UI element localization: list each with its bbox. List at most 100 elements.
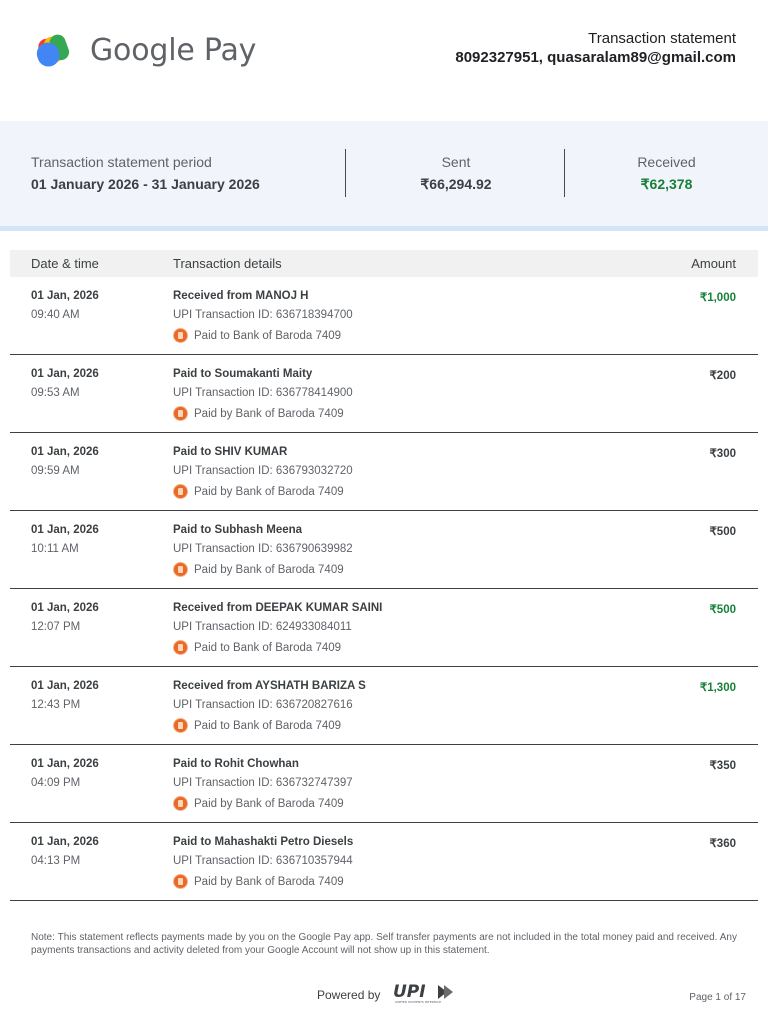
bank-account-label: Paid by Bank of Baroda 7409 (194, 563, 344, 576)
transaction-amount: ₹1,000 (699, 292, 736, 304)
transaction-date: 01 Jan, 2026 (31, 446, 99, 458)
table-row: 01 Jan, 2026 12:43 PM Received from AYSHAT… (10, 667, 758, 745)
upi-logo: UPI UNIFIED PAYMENTS INTERFACE (393, 982, 453, 1004)
transaction-time: 12:07 PM (31, 621, 81, 633)
account-contact: 8092327951, quasaralam89@gmail.com (455, 49, 736, 66)
transaction-time: 09:59 AM (31, 465, 80, 477)
table-row: 01 Jan, 2026 10:11 AM Paid to Subhash Meen… (10, 511, 758, 589)
transaction-date: 01 Jan, 2026 (31, 680, 99, 692)
brand-name: Google Pay (90, 32, 257, 68)
upi-transaction-id: UPI Transaction ID: 636790639982 (173, 543, 353, 555)
transaction-time: 09:40 AM (31, 309, 80, 321)
statement-note: Note: This statement reflects payments m… (31, 932, 737, 956)
transaction-time: 04:09 PM (31, 777, 81, 789)
bank-of-baroda-icon (173, 406, 188, 421)
transaction-date: 01 Jan, 2026 (31, 524, 99, 536)
upi-transaction-id: UPI Transaction ID: 636793032720 (173, 465, 353, 477)
bank-of-baroda-icon (173, 796, 188, 811)
received-label: Received (637, 154, 696, 170)
transaction-date: 01 Jan, 2026 (31, 368, 99, 380)
bank-of-baroda-icon (173, 328, 188, 343)
bank-account-label: Paid to Bank of Baroda 7409 (194, 329, 342, 342)
header-amount: Amount (691, 256, 736, 271)
statement-header: Google Pay Transaction statement 8092327… (0, 0, 768, 120)
period-value: 01 January 2026 - 31 January 2026 (31, 176, 260, 192)
header-date-time: Date & time (31, 256, 99, 271)
bank-account: Paid by Bank of Baroda 7409 (173, 562, 344, 577)
transactions-table: Date & time Transaction details Amount 0… (10, 250, 758, 901)
transaction-time: 10:11 AM (31, 543, 79, 555)
bank-account: Paid by Bank of Baroda 7409 (173, 796, 344, 811)
footer: Powered by UPI UNIFIED PAYMENTS INTERFAC… (0, 982, 768, 1012)
upi-transaction-id: UPI Transaction ID: 636720827616 (173, 699, 353, 711)
table-header: Date & time Transaction details Amount (10, 250, 758, 277)
transaction-date: 01 Jan, 2026 (31, 602, 99, 614)
received-total: Received ₹62,378 (565, 153, 768, 195)
upi-transaction-id: UPI Transaction ID: 636718394700 (173, 309, 353, 321)
table-row: 01 Jan, 2026 09:53 AM Paid to Soumakanti M… (10, 355, 758, 433)
transaction-title: Paid to Mahashakti Petro Diesels (173, 836, 354, 848)
transaction-date: 01 Jan, 2026 (31, 836, 99, 848)
statement-period: Transaction statement period 01 January … (31, 153, 260, 195)
sent-total: Sent ₹66,294.92 (346, 153, 566, 195)
bank-account: Paid to Bank of Baroda 7409 (173, 328, 341, 343)
bank-account-label: Paid to Bank of Baroda 7409 (194, 641, 342, 654)
powered-by-label: Powered by (317, 988, 381, 1002)
transaction-date: 01 Jan, 2026 (31, 758, 99, 770)
table-row: 01 Jan, 2026 04:13 PM Paid to Mahashakti P… (10, 823, 758, 901)
transaction-title: Received from DEEPAK KUMAR SAINI (173, 602, 383, 614)
table-row: 01 Jan, 2026 12:07 PM Received from DEEPAK… (10, 589, 758, 667)
google-pay-logo-icon (36, 34, 70, 67)
header-info: Transaction statement 8092327951, quasar… (455, 29, 736, 67)
transaction-time: 09:53 AM (31, 387, 80, 399)
bank-account-label: Paid to Bank of Baroda 7409 (194, 719, 342, 732)
bank-account: Paid by Bank of Baroda 7409 (173, 406, 344, 421)
transaction-date: 01 Jan, 2026 (31, 290, 99, 302)
transaction-amount: ₹350 (709, 760, 736, 772)
table-row: 01 Jan, 2026 04:09 PM Paid to Rohit Chowha… (10, 745, 758, 823)
transaction-amount: ₹500 (709, 526, 736, 538)
transaction-amount: ₹360 (709, 838, 736, 850)
transaction-title: Paid to SHIV KUMAR (173, 446, 288, 458)
sent-value: ₹66,294.92 (420, 176, 492, 192)
transaction-amount: ₹1,300 (699, 682, 736, 694)
document-title: Transaction statement (588, 30, 736, 47)
upi-logo-tagline: UNIFIED PAYMENTS INTERFACE (395, 1000, 441, 1004)
header-transaction-details: Transaction details (173, 256, 282, 271)
sent-label: Sent (441, 154, 471, 170)
page-number: Page 1 of 17 (689, 992, 746, 1003)
statement-summary: Transaction statement period 01 January … (0, 121, 768, 231)
bank-account-label: Paid by Bank of Baroda 7409 (194, 797, 344, 810)
bank-account: Paid to Bank of Baroda 7409 (173, 640, 341, 655)
transaction-title: Received from MANOJ H (173, 290, 309, 302)
bank-account: Paid by Bank of Baroda 7409 (173, 484, 344, 499)
transaction-title: Paid to Subhash Meena (173, 524, 303, 536)
bank-of-baroda-icon (173, 484, 188, 499)
transaction-amount: ₹500 (709, 604, 736, 616)
bank-account: Paid by Bank of Baroda 7409 (173, 874, 344, 889)
bank-account-label: Paid by Bank of Baroda 7409 (194, 485, 344, 498)
bank-of-baroda-icon (173, 718, 188, 733)
google-pay-logo: Google Pay (32, 30, 256, 70)
bank-account-label: Paid by Bank of Baroda 7409 (194, 875, 344, 888)
transaction-title: Paid to Rohit Chowhan (173, 758, 299, 770)
bank-account-label: Paid by Bank of Baroda 7409 (194, 407, 344, 420)
table-body: 01 Jan, 2026 09:40 AM Received from MANOJ … (10, 277, 758, 901)
period-label: Transaction statement period (31, 154, 212, 170)
table-row: 01 Jan, 2026 09:59 AM Paid to SHIV KUMAR UP… (10, 433, 758, 511)
transaction-time: 04:13 PM (31, 855, 81, 867)
upi-transaction-id: UPI Transaction ID: 636778414900 (173, 387, 353, 399)
upi-transaction-id: UPI Transaction ID: 624933084011 (173, 621, 352, 633)
table-row: 01 Jan, 2026 09:40 AM Received from MANOJ … (10, 277, 758, 355)
bank-of-baroda-icon (173, 640, 188, 655)
transaction-title: Paid to Soumakanti Maity (173, 368, 313, 380)
transaction-title: Received from AYSHATH BARIZA S (173, 680, 366, 692)
upi-transaction-id: UPI Transaction ID: 636732747397 (173, 777, 353, 789)
transaction-amount: ₹200 (709, 370, 736, 382)
bank-of-baroda-icon (173, 562, 188, 577)
transaction-time: 12:43 PM (31, 699, 81, 711)
bank-of-baroda-icon (173, 874, 188, 889)
received-value: ₹62,378 (640, 176, 693, 192)
transaction-amount: ₹300 (709, 448, 736, 460)
upi-logo-wordmark: UPI (393, 982, 426, 1002)
